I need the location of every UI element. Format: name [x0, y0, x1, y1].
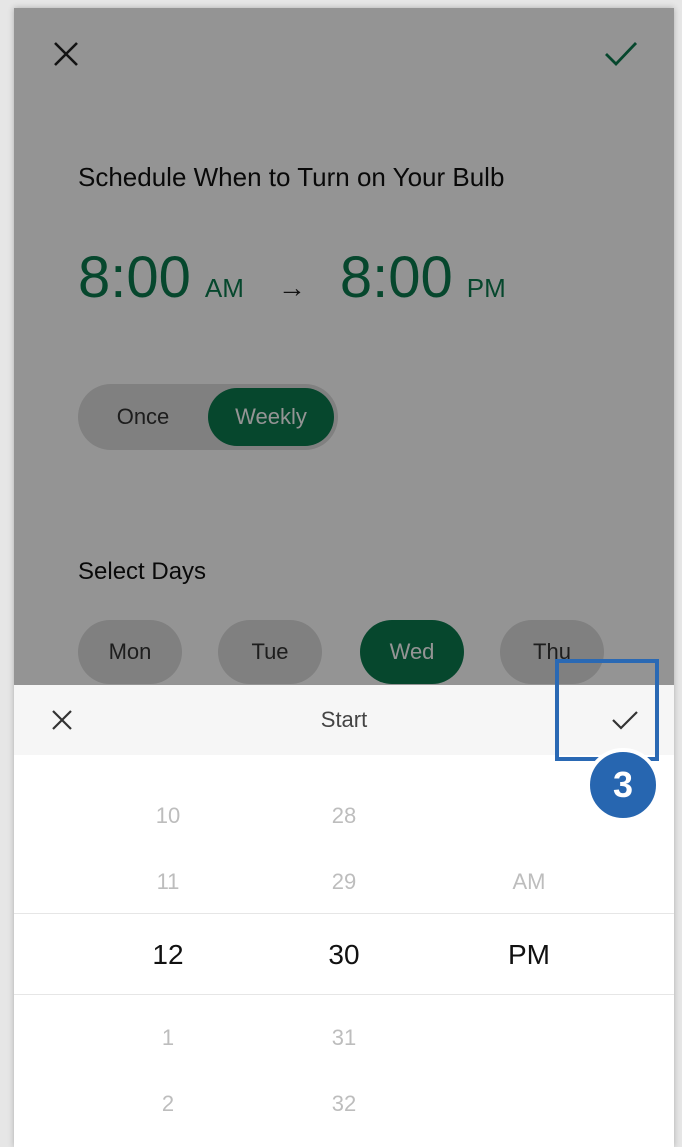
period-option[interactable]: AM [469, 869, 589, 895]
hour-option[interactable]: 1 [108, 1025, 228, 1051]
period-column[interactable]: AM PM [469, 755, 589, 1147]
hour-column[interactable]: 10 11 12 1 2 [108, 755, 228, 1147]
minute-option[interactable]: 28 [284, 803, 404, 829]
minute-option-selected[interactable]: 30 [284, 939, 404, 971]
hour-option-selected[interactable]: 12 [108, 939, 228, 971]
hour-option[interactable]: 10 [108, 803, 228, 829]
hour-option[interactable]: 11 [108, 869, 228, 895]
step-badge: 3 [586, 748, 660, 822]
minute-column[interactable]: 28 29 30 31 32 [284, 755, 404, 1147]
step-highlight-box [555, 659, 659, 761]
hour-option[interactable]: 2 [108, 1091, 228, 1117]
time-picker: 10 11 12 1 2 28 29 30 31 32 AM PM [14, 755, 674, 1147]
modal-overlay[interactable] [14, 8, 674, 688]
schedule-screen: Schedule When to Turn on Your Bulb 8:00 … [14, 8, 674, 688]
app-frame: Schedule When to Turn on Your Bulb 8:00 … [14, 8, 674, 1147]
minute-option[interactable]: 31 [284, 1025, 404, 1051]
minute-option[interactable]: 32 [284, 1091, 404, 1117]
period-option-selected[interactable]: PM [469, 939, 589, 971]
minute-option[interactable]: 29 [284, 869, 404, 895]
